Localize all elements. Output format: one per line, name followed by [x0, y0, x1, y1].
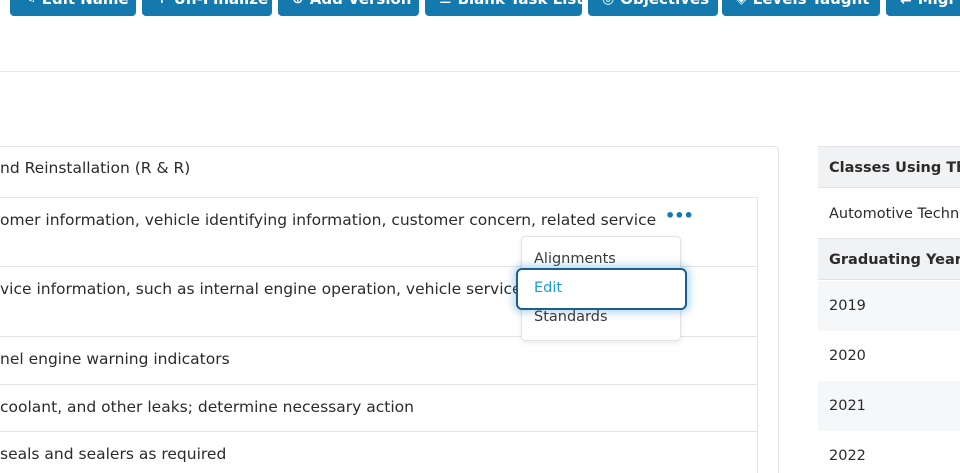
add-version-button[interactable]: ⊕ Add Version — [278, 0, 419, 16]
row-divider — [0, 431, 758, 432]
levels-taught-label: Levels Taught — [753, 0, 870, 8]
task-row-text: coolant, and other leaks; determine nece… — [0, 398, 414, 416]
menu-item-standards[interactable]: Standards — [534, 309, 608, 325]
migrate-button[interactable]: ⇄ Migr — [886, 0, 960, 16]
arrow-up-icon: ↑ — [156, 0, 168, 7]
add-version-label: Add Version — [310, 0, 412, 8]
objectives-label: Objectives — [620, 0, 709, 8]
graduating-years-header: Graduating Years — [818, 238, 960, 280]
objectives-button[interactable]: ◎ Objectives — [588, 0, 718, 16]
list-icon: ☰ — [439, 0, 452, 7]
more-options-icon[interactable]: ••• — [665, 208, 694, 224]
blank-task-list-button[interactable]: ☰ Blank Task List — [425, 0, 582, 16]
un-finalize-button[interactable]: ↑ Un-Finalize — [142, 0, 272, 16]
classes-header: Classes Using This — [818, 146, 960, 188]
task-row-text: vice information, such as internal engin… — [0, 280, 522, 298]
task-section-title: nd Reinstallation (R & R) — [0, 159, 191, 177]
year-row: 2021 — [818, 381, 960, 431]
header-divider — [0, 71, 960, 72]
migrate-label: Migr — [918, 0, 956, 8]
edit-name-button[interactable]: ✎ Edit Name — [10, 0, 136, 16]
menu-item-edit-label: Edit — [534, 280, 563, 296]
blank-task-list-label: Blank Task List — [458, 0, 582, 8]
task-row-text: omer information, vehicle identifying in… — [0, 211, 657, 229]
year-row: 2022 — [829, 448, 866, 464]
edit-name-label: Edit Name — [42, 0, 129, 8]
pencil-icon: ✎ — [24, 0, 36, 7]
swap-icon: ⇄ — [900, 0, 912, 7]
class-row: Automotive Techn — [829, 206, 960, 222]
target-icon: ◎ — [602, 0, 614, 7]
levels-taught-button[interactable]: ◈ Levels Taught — [722, 0, 880, 16]
year-row: 2020 — [829, 348, 866, 364]
task-row-text: nel engine warning indicators — [0, 350, 230, 368]
year-row: 2019 — [818, 281, 960, 331]
plus-circle-icon: ⊕ — [292, 0, 304, 7]
menu-item-alignments[interactable]: Alignments — [534, 251, 616, 267]
row-divider — [0, 384, 758, 385]
un-finalize-label: Un-Finalize — [174, 0, 268, 8]
task-row-text: seals and sealers as required — [0, 445, 227, 463]
layers-icon: ◈ — [736, 0, 747, 7]
